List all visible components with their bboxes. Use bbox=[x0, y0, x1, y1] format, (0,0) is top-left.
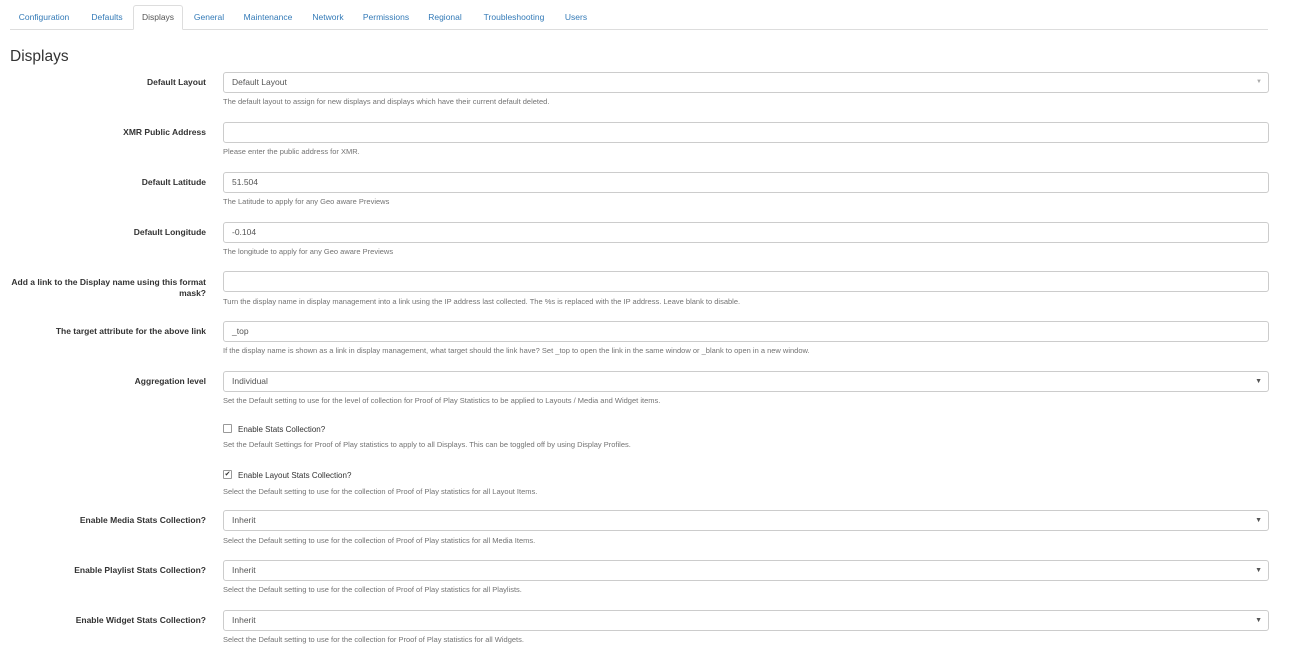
layout-stats-label: Enable Layout Stats Collection? bbox=[238, 471, 352, 480]
xmr-address-label: XMR Public Address bbox=[123, 127, 206, 137]
stats-collection-checkbox[interactable] bbox=[223, 424, 232, 434]
chevron-down-icon: ▼ bbox=[1255, 617, 1262, 624]
default-layout-value: Default Layout bbox=[232, 77, 287, 87]
layout-stats-checkbox-row[interactable]: ✔ Enable Layout Stats Collection? bbox=[223, 470, 351, 481]
stats-collection-checkbox-row[interactable]: Enable Stats Collection? bbox=[223, 424, 325, 435]
default-layout-label: Default Layout bbox=[146, 77, 206, 87]
media-stats-help: Select the Default setting to use for th… bbox=[223, 536, 536, 545]
link-format-help: Turn the display name in display managem… bbox=[223, 297, 741, 306]
default-longitude-help: The longitude to apply for any Geo aware… bbox=[223, 247, 394, 256]
media-stats-value: Inherit bbox=[232, 515, 256, 525]
playlist-stats-help: Select the Default setting to use for th… bbox=[223, 585, 522, 594]
widget-stats-value: Inherit bbox=[232, 615, 256, 625]
aggregation-level-select[interactable]: Individual ▼ bbox=[223, 371, 1269, 392]
playlist-stats-select[interactable]: Inherit ▼ bbox=[223, 560, 1269, 581]
target-attribute-label: The target attribute for the above link bbox=[55, 326, 206, 336]
tab-troubleshooting[interactable]: Troubleshooting bbox=[476, 5, 552, 29]
chevron-down-icon: ▼ bbox=[1255, 567, 1262, 574]
default-layout-help: The default layout to assign for new dis… bbox=[223, 97, 550, 106]
tab-network[interactable]: Network bbox=[306, 5, 350, 29]
widget-stats-select[interactable]: Inherit ▼ bbox=[223, 610, 1269, 631]
chevron-down-icon: ▼ bbox=[1256, 79, 1262, 85]
default-latitude-input[interactable]: 51.504 bbox=[223, 172, 1269, 193]
xmr-address-input[interactable] bbox=[223, 122, 1269, 143]
media-stats-select[interactable]: Inherit ▼ bbox=[223, 510, 1269, 531]
default-latitude-help: The Latitude to apply for any Geo aware … bbox=[223, 197, 390, 206]
playlist-stats-value: Inherit bbox=[232, 565, 256, 575]
layout-stats-help: Select the Default setting to use for th… bbox=[223, 487, 538, 496]
aggregation-level-help: Set the Default setting to use for the l… bbox=[223, 396, 661, 405]
tab-general[interactable]: General bbox=[188, 5, 230, 29]
tab-permissions[interactable]: Permissions bbox=[358, 5, 414, 29]
default-longitude-label: Default Longitude bbox=[133, 227, 206, 237]
stats-collection-help: Set the Default Settings for Proof of Pl… bbox=[223, 440, 631, 449]
aggregation-level-label: Aggregation level bbox=[134, 376, 206, 386]
tab-configuration[interactable]: Configuration bbox=[10, 5, 78, 29]
xmr-address-help: Please enter the public address for XMR. bbox=[223, 147, 360, 156]
media-stats-label: Enable Media Stats Collection? bbox=[79, 515, 206, 525]
link-format-label: Add a link to the Display name using thi… bbox=[11, 277, 206, 298]
default-layout-select[interactable]: Default Layout ▼ bbox=[223, 72, 1269, 93]
target-attribute-help: If the display name is shown as a link i… bbox=[223, 346, 810, 355]
link-format-input[interactable] bbox=[223, 271, 1269, 292]
page-title: Displays bbox=[10, 48, 69, 65]
chevron-down-icon: ▼ bbox=[1255, 517, 1262, 524]
playlist-stats-label: Enable Playlist Stats Collection? bbox=[74, 565, 206, 575]
default-latitude-label: Default Latitude bbox=[141, 177, 206, 187]
widget-stats-label: Enable Widget Stats Collection? bbox=[75, 615, 206, 625]
chevron-down-icon: ▼ bbox=[1255, 378, 1262, 385]
aggregation-level-value: Individual bbox=[232, 376, 268, 386]
default-longitude-input[interactable]: -0.104 bbox=[223, 222, 1269, 243]
target-attribute-input[interactable]: _top bbox=[223, 321, 1269, 342]
tab-defaults[interactable]: Defaults bbox=[83, 5, 131, 29]
tab-users[interactable]: Users bbox=[560, 5, 592, 29]
tab-displays[interactable]: Displays bbox=[133, 5, 183, 30]
settings-tabs: Configuration Defaults Displays General … bbox=[10, 5, 1268, 30]
stats-collection-label: Enable Stats Collection? bbox=[238, 425, 326, 434]
tab-regional[interactable]: Regional bbox=[422, 5, 468, 29]
widget-stats-help: Select the Default setting to use for th… bbox=[223, 635, 524, 644]
layout-stats-checkbox[interactable]: ✔ bbox=[223, 470, 232, 480]
tab-maintenance[interactable]: Maintenance bbox=[238, 5, 298, 29]
check-mark-icon: ✔ bbox=[224, 471, 231, 479]
